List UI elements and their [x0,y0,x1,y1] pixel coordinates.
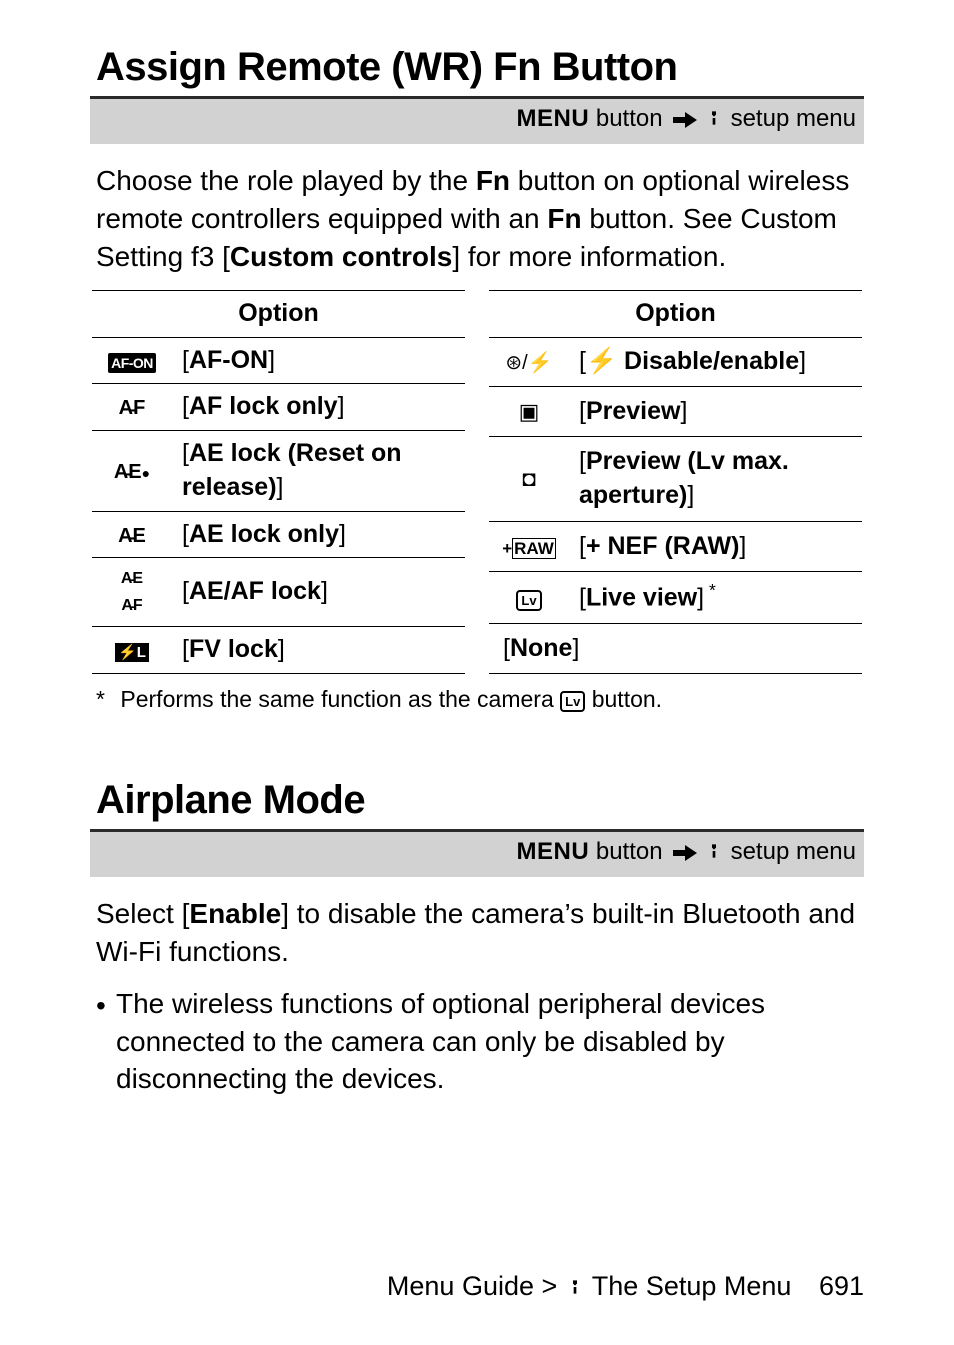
options-tables: Option AF-ON[AF-ON]A̵F[AF lock only]A̵E●… [92,290,862,674]
footnote-post: button. [585,686,662,712]
bullet-dot: • [96,985,116,1098]
options-left-body: AF-ON[AF-ON]A̵F[AF lock only]A̵E●[AE loc… [92,337,465,673]
footnote: * Performs the same function as the came… [96,684,858,715]
page-footer: Menu Guide > The Setup Menu 691 [387,1268,864,1307]
para-text: Select [ [96,898,189,929]
section2-header: Airplane Mode MENU button setup menu [90,773,864,877]
option-label: [FV lock] [172,627,465,674]
footnote-pre: Performs the same function as the camera [120,686,560,712]
footer-post: The Setup Menu [585,1271,792,1301]
af-lock-icon: A̵F [92,384,172,431]
option-label: [+ NEF (RAW)] [569,522,862,572]
options-table-right: Option ⊛/⚡[⚡ Disable/enable]▣[Preview]◘[… [489,290,862,674]
para-text: Choose the role played by the [96,165,476,196]
page-number: 691 [819,1271,864,1301]
section1-title-row: Assign Remote (WR) Fn Button [90,40,864,99]
options-right-body: ⊛/⚡[⚡ Disable/enable]▣[Preview]◘[Preview… [489,337,862,673]
para-bold-enable: Enable [189,898,281,929]
preview-icon: ▣ [489,387,569,437]
table-row: AF-ON[AF-ON] [92,337,465,384]
table-row: ▣[Preview] [489,387,862,437]
option-label: [Preview] [569,387,862,437]
table-row: Lv[Live view] * [489,571,862,623]
para-bold-fn2: Fn [547,203,581,234]
section2-bullets: • The wireless functions of optional per… [96,985,858,1098]
table-row: ⊛/⚡[⚡ Disable/enable] [489,337,862,387]
section1-title: Assign Remote (WR) Fn Button [96,40,864,94]
live-view-icon: Lv [489,571,569,623]
section1-paragraph: Choose the role played by the Fn button … [96,162,858,275]
option-label: [⚡ Disable/enable] [569,337,862,387]
table-row: A̵E●[AE lock (Reset on release)] [92,431,465,512]
preview-lv-icon: ◘ [489,436,569,522]
section2-paragraph: Select [Enable] to disable the camera’s … [96,895,858,971]
af-on-icon: AF-ON [92,337,172,384]
breadcrumb-text1: button [589,105,669,132]
option-label: [Preview (Lv max. aperture)] [569,436,862,522]
wrench-icon [567,1271,583,1307]
option-label: [AF lock only] [172,384,465,431]
bullet-text: The wireless functions of optional perip… [116,985,858,1098]
breadcrumb-text2: setup menu [724,838,856,865]
footnote-mark: * [96,684,114,715]
breadcrumb-text2: setup menu [724,105,856,132]
lv-icon: Lv [560,691,585,713]
menu-label: MENU [517,105,590,132]
ae-reset-icon: A̵E● [92,431,172,512]
section1-header: Assign Remote (WR) Fn Button MENU button… [90,40,864,144]
table-header: Option [489,290,862,337]
option-label: [Live view] * [569,571,862,623]
aeaf-lock-icon: A̵EA̵F [92,558,172,627]
arrow-icon [673,105,697,137]
option-label: [AE/AF lock] [172,558,465,627]
wrench-icon [706,839,722,871]
arrow-icon [673,838,697,870]
footer-pre: Menu Guide > [387,1271,565,1301]
table-row: [None] [489,624,862,674]
para-bold-custom: Custom controls [230,241,452,272]
menu-label: MENU [517,838,590,865]
para-bold-fn1: Fn [476,165,510,196]
table-row: A̵E[AE lock only] [92,511,465,558]
section2-title: Airplane Mode [96,773,864,827]
fv-lock-icon: ⚡L [92,627,172,674]
table-row: +RAW[+ NEF (RAW)] [489,522,862,572]
section2-breadcrumb: MENU button setup menu [90,832,864,877]
ae-lock-icon: A̵E [92,511,172,558]
table-header: Option [92,290,465,337]
table-row: ◘[Preview (Lv max. aperture)] [489,436,862,522]
option-label: [AE lock (Reset on release)] [172,431,465,512]
section1-breadcrumb: MENU button setup menu [90,99,864,144]
section2-title-row: Airplane Mode [90,773,864,832]
flash-disable-icon: ⊛/⚡ [489,337,569,387]
wrench-icon [706,106,722,138]
list-item: • The wireless functions of optional per… [96,985,858,1098]
para-text: ] for more information. [452,241,726,272]
breadcrumb-text1: button [589,838,669,865]
table-row: ⚡L[FV lock] [92,627,465,674]
table-row: A̵F[AF lock only] [92,384,465,431]
option-label: [AF-ON] [172,337,465,384]
table-row: A̵EA̵F[AE/AF lock] [92,558,465,627]
options-table-left: Option AF-ON[AF-ON]A̵F[AF lock only]A̵E●… [92,290,465,674]
plus-raw-icon: +RAW [489,522,569,572]
option-label: [AE lock only] [172,511,465,558]
option-label: [None] [489,624,862,674]
